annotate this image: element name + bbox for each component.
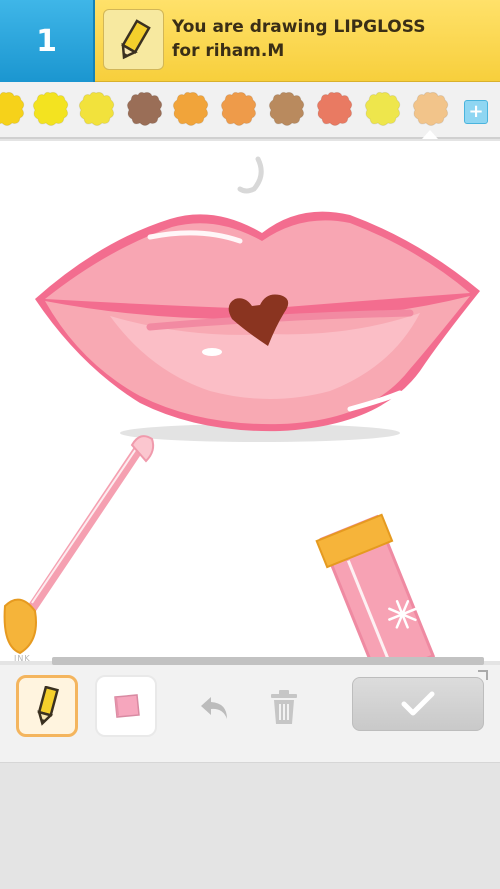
paint-splat-icon <box>0 91 25 126</box>
color-palette <box>0 82 500 139</box>
undo-button[interactable] <box>195 687 235 727</box>
paint-splat-icon <box>78 91 115 126</box>
color-swatch[interactable] <box>170 89 210 129</box>
add-color-button[interactable]: + <box>464 100 488 124</box>
tool-bar <box>0 665 500 763</box>
gloss-highlight <box>202 348 222 356</box>
pencil-icon <box>37 686 59 726</box>
color-swatch[interactable] <box>314 89 354 129</box>
lipgloss-wand <box>3 435 155 655</box>
prompt-bar: You are drawing LIPGLOSS for riham.M <box>95 0 500 82</box>
lipstick-tube <box>315 513 436 661</box>
round-badge: 1 <box>0 0 95 82</box>
drawing-canvas[interactable] <box>0 141 500 661</box>
header: 1 You are drawing LIPGLOSS for riham.M <box>0 0 500 82</box>
color-swatch[interactable] <box>410 89 450 139</box>
done-button[interactable] <box>352 677 484 731</box>
drawing <box>3 156 480 661</box>
drawing-stroke <box>237 156 264 194</box>
paint-splat-icon <box>126 91 163 126</box>
paint-splat-icon <box>316 91 353 126</box>
color-swatch[interactable] <box>218 89 258 129</box>
pencil-tool-button[interactable] <box>16 675 78 737</box>
prompt-line-1: You are drawing LIPGLOSS <box>172 17 426 37</box>
paint-splat-icon <box>364 91 401 126</box>
color-swatch[interactable] <box>362 89 402 129</box>
paint-splat-icon <box>268 91 305 126</box>
eraser-icon <box>114 694 140 718</box>
trash-icon <box>271 690 297 724</box>
round-number: 1 <box>36 23 57 59</box>
ink-meter <box>52 657 484 665</box>
eraser-tool-button[interactable] <box>95 675 157 737</box>
pencil-icon <box>103 9 164 70</box>
paint-splat-icon <box>412 91 449 126</box>
prompt-text: You are drawing LIPGLOSS for riham.M <box>172 15 472 63</box>
prompt-line-2: for riham.M <box>172 41 285 61</box>
color-swatch[interactable] <box>124 89 164 129</box>
undo-icon <box>201 697 227 719</box>
checkmark-icon <box>401 691 435 716</box>
color-swatch[interactable] <box>0 89 26 129</box>
color-swatch[interactable] <box>76 89 116 129</box>
trash-button[interactable] <box>264 687 304 727</box>
paint-splat-icon <box>32 91 69 126</box>
paint-splat-icon <box>172 91 209 126</box>
paint-splat-icon <box>220 91 257 126</box>
color-swatch[interactable] <box>266 89 306 129</box>
ink-label: INK <box>14 654 31 663</box>
corner-arrow-icon <box>478 670 488 680</box>
color-swatch[interactable] <box>30 89 70 129</box>
